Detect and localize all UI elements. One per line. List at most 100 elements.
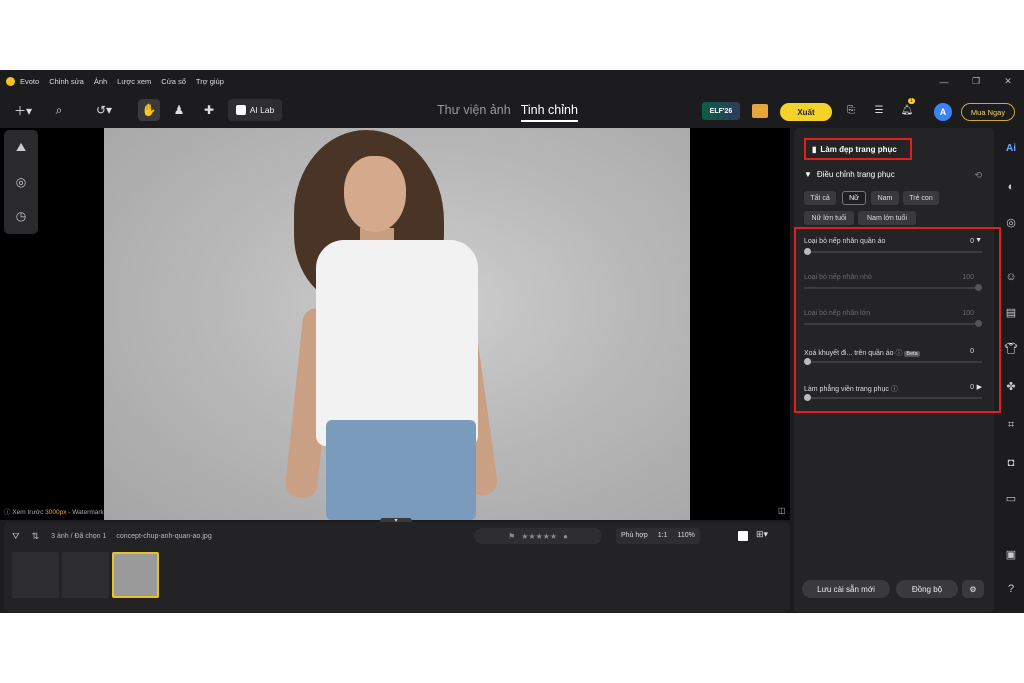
- watermark-note: ⓘ Xem trước 3000px - Watermark chỉ hiển …: [4, 506, 198, 516]
- menu-item-image[interactable]: Ảnh: [94, 77, 107, 86]
- landscape-edit-icon[interactable]: ⛰: [13, 139, 29, 155]
- selected-filename: concept-chup-anh-quan-ao.jpg: [116, 532, 212, 540]
- search-icon[interactable]: ⌕: [48, 99, 70, 121]
- sort-icon[interactable]: ⇅: [32, 531, 40, 542]
- background-icon[interactable]: ▤: [1002, 304, 1020, 322]
- slider-track[interactable]: [804, 361, 982, 363]
- chip-older-male[interactable]: Nam lớn tuổi: [858, 211, 916, 225]
- thumbnail-2[interactable]: [62, 552, 109, 598]
- close-icon[interactable]: ✕: [992, 70, 1024, 93]
- section-header[interactable]: ▼ Điều chỉnh trang phục: [804, 170, 895, 179]
- rating-bar[interactable]: ⚑ ★★★★★ ●: [474, 528, 602, 544]
- promo-badge[interactable]: ELF'26: [702, 102, 740, 120]
- adjust-panel: ▮ Làm đẹp trang phục ▼ Điều chỉnh trang …: [794, 128, 1001, 612]
- menu-item-view[interactable]: Lược xem: [117, 77, 151, 86]
- bandage-tool-icon[interactable]: ✚: [198, 99, 220, 121]
- flag-icon[interactable]: ⚑: [508, 532, 515, 541]
- sync-button[interactable]: Đồng bộ: [896, 580, 958, 598]
- panel-header: ▮ Làm đẹp trang phục: [804, 138, 912, 160]
- image-canvas[interactable]: ⓘ Xem trước 3000px - Watermark chỉ hiển …: [0, 128, 790, 520]
- portrait-target-icon[interactable]: ◎: [1002, 214, 1020, 232]
- slider-label-text: Làm phẳng viền trang phục: [804, 386, 889, 393]
- help-icon[interactable]: ⓘ: [891, 386, 898, 393]
- beta-badge: Beta: [904, 351, 920, 357]
- filmstrip: ⛛ ⇅ 3 ảnh / Đã chọn 1 concept-chup-anh-q…: [4, 522, 790, 612]
- panel-title: Làm đẹp trang phục: [820, 144, 897, 154]
- paw-icon[interactable]: ✤: [1002, 378, 1020, 396]
- chip-older-female[interactable]: Nữ lớn tuổi: [804, 211, 854, 225]
- slider-label: Xoá khuyết đi... trên quần áo ⓘ Beta: [804, 348, 920, 358]
- main-toolbar: ＋▾ ⌕ ↺▾ ✋ ♟ ✚ AI Lab Thư viện ảnh Tinh c…: [0, 93, 1024, 128]
- ai-lab-button[interactable]: AI Lab: [228, 99, 282, 121]
- export-button[interactable]: Xuất: [780, 103, 832, 121]
- slider-knob[interactable]: [804, 394, 811, 401]
- menu-item-edit[interactable]: Chỉnh sửa: [49, 77, 84, 86]
- chip-all[interactable]: Tất cả: [804, 191, 836, 205]
- menu-item-window[interactable]: Cửa sổ: [161, 77, 186, 86]
- grid-view-icon[interactable]: ⊞▾: [756, 529, 768, 540]
- chip-male[interactable]: Nam: [871, 191, 899, 205]
- thumbnail-3-selected[interactable]: [112, 552, 159, 598]
- zoom-controls: Phù hợp 1:1 110%: [616, 528, 700, 544]
- menu-item-help[interactable]: Trợ giúp: [196, 77, 224, 86]
- avatar[interactable]: A: [934, 103, 952, 121]
- slider-label-text: Xoá khuyết đi... trên quần áo: [804, 350, 894, 357]
- slider-track[interactable]: [804, 251, 982, 253]
- ai-icon[interactable]: Ai: [1002, 140, 1020, 158]
- expand-arrow-icon[interactable]: ▶: [977, 383, 982, 391]
- stamp-tool-icon[interactable]: ♟: [168, 99, 190, 121]
- folder-icon[interactable]: ▭: [1002, 490, 1020, 508]
- menu-bar: Evoto Chỉnh sửa Ảnh Lược xem Cửa sổ Trợ …: [20, 77, 224, 86]
- restore-icon[interactable]: ❐: [960, 70, 992, 93]
- palette-icon[interactable]: ◐: [1002, 178, 1020, 196]
- dropdown-icon[interactable]: ▼: [975, 237, 982, 244]
- color-label-icon[interactable]: ●: [563, 532, 568, 541]
- gift-icon[interactable]: [752, 104, 768, 118]
- slider-label: Loại bỏ nếp nhăn nhỏ: [804, 274, 872, 281]
- evoto-logo-icon: [6, 77, 15, 86]
- hand-tool-icon[interactable]: ✋: [138, 99, 160, 121]
- chip-female[interactable]: Nữ: [842, 191, 866, 205]
- ai-lab-icon: [235, 105, 246, 115]
- fit-button[interactable]: Phù hợp: [616, 528, 653, 544]
- target-icon[interactable]: ◎: [13, 174, 29, 190]
- compare-view-icon[interactable]: ◫: [778, 506, 786, 515]
- save-preset-button[interactable]: Lưu cài sẵn mới: [802, 580, 890, 598]
- shirt-icon[interactable]: 👕︎: [1002, 340, 1020, 358]
- export-file-icon[interactable]: ⎘: [842, 99, 860, 121]
- filter-icon[interactable]: ⛛: [12, 531, 20, 542]
- ai-lab-label: AI Lab: [249, 105, 275, 115]
- slider-knob[interactable]: [804, 358, 811, 365]
- image-count: 3 ảnh / Đã chọn 1: [51, 532, 107, 540]
- watermark-size: 3000px: [45, 509, 67, 516]
- camera-icon[interactable]: ◘: [1002, 454, 1020, 472]
- tab-library[interactable]: Thư viện ảnh: [437, 103, 511, 122]
- one-to-one-button[interactable]: 1:1: [653, 528, 673, 544]
- preview-photo: [104, 128, 690, 520]
- history-icon[interactable]: ◷: [13, 208, 29, 224]
- chip-children[interactable]: Trẻ con: [903, 191, 939, 205]
- star-icon[interactable]: ★★★★★: [521, 532, 557, 541]
- reset-section-icon[interactable]: ⟲: [974, 170, 982, 181]
- thumbnail-1[interactable]: [12, 552, 59, 598]
- undo-icon[interactable]: ↺▾: [88, 99, 120, 121]
- tab-edit[interactable]: Tinh chỉnh: [520, 103, 578, 122]
- title-bar: Evoto Chỉnh sửa Ảnh Lược xem Cửa sổ Trợ …: [0, 70, 1024, 93]
- photo-face: [344, 156, 406, 232]
- slider-track[interactable]: [804, 397, 982, 399]
- help-circle-icon[interactable]: ?: [1002, 580, 1020, 598]
- zoom-select[interactable]: 110%: [673, 528, 700, 544]
- slider-knob[interactable]: [804, 248, 811, 255]
- task-list-icon[interactable]: ☰: [870, 99, 888, 121]
- settings-gear-icon[interactable]: ⚙: [962, 580, 984, 598]
- help-icon[interactable]: ⓘ: [895, 350, 902, 357]
- info-icon: ⓘ: [4, 509, 11, 516]
- single-view-icon[interactable]: [738, 531, 748, 541]
- crop-icon[interactable]: ⌗: [1002, 416, 1020, 434]
- minimize-icon[interactable]: —: [928, 70, 960, 93]
- bookmark-icon[interactable]: ▣: [1002, 546, 1020, 564]
- face-icon[interactable]: ☺: [1002, 268, 1020, 286]
- buy-now-button[interactable]: Mua Ngay: [961, 103, 1015, 121]
- add-icon[interactable]: ＋▾: [8, 99, 38, 121]
- app-name: Evoto: [20, 77, 40, 86]
